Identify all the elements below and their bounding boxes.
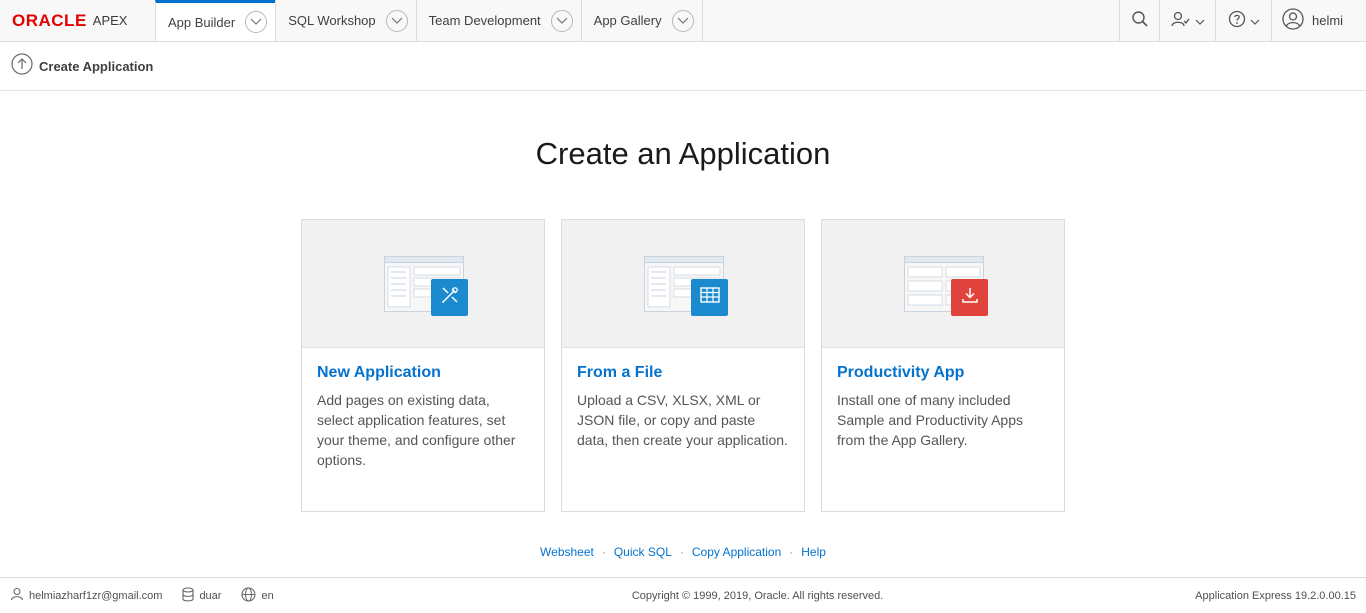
breadcrumb: Create Application: [0, 42, 1366, 91]
tab-team-development-label: Team Development: [428, 13, 541, 28]
globe-icon: [241, 586, 257, 605]
chevron-down-icon: [1250, 13, 1260, 28]
footer-workspace-name: duar: [199, 589, 222, 602]
version-text: Application Express 19.2.0.00.15: [1195, 589, 1356, 602]
oracle-apex-logo[interactable]: ORACLE APEX: [0, 0, 155, 41]
chevron-down-icon[interactable]: [385, 9, 408, 32]
card-badge: [951, 279, 988, 316]
breadcrumb-label: Create Application: [39, 58, 154, 74]
footer-language-code: en: [261, 589, 274, 602]
card-title[interactable]: Productivity App: [837, 364, 1049, 382]
page-title: Create an Application: [535, 136, 831, 171]
help-icon: [1228, 10, 1246, 31]
chevron-down-icon: [1195, 13, 1205, 28]
copy-application-link[interactable]: Copy Application: [692, 545, 781, 559]
card-description: Upload a CSV, XLSX, XML or JSON file, or…: [577, 392, 788, 448]
websheet-link[interactable]: Websheet: [540, 545, 594, 559]
search-button[interactable]: [1119, 0, 1159, 41]
user-name: helmi: [1312, 13, 1344, 28]
card-title[interactable]: From a File: [577, 364, 789, 382]
link-separator: ·: [789, 545, 794, 559]
footer-workspace: duar: [182, 586, 222, 605]
card-illustration: [302, 220, 544, 348]
card-badge: [431, 279, 468, 316]
card-badge: [691, 279, 728, 316]
help-link[interactable]: Help: [801, 545, 826, 559]
card-illustration: [822, 220, 1064, 348]
search-icon: [1131, 10, 1149, 31]
card-illustration: [562, 220, 804, 348]
card-from-a-file[interactable]: From a File Upload a CSV, XLSX, XML or J…: [561, 219, 805, 512]
link-separator: ·: [679, 545, 684, 559]
footer: helmiazharf1zr@gmail.com duar en Copyrig…: [0, 577, 1366, 613]
tools-icon: [440, 285, 460, 310]
administration-menu-button[interactable]: [1159, 0, 1215, 41]
tab-app-gallery[interactable]: App Gallery: [580, 0, 703, 41]
tab-app-builder-label: App Builder: [168, 14, 236, 30]
card-productivity-app[interactable]: Productivity App Install one of many inc…: [821, 219, 1065, 512]
footer-user: helmiazharf1zr@gmail.com: [10, 587, 162, 604]
logo-brand: ORACLE: [12, 10, 87, 30]
tab-sql-workshop-label: SQL Workshop: [288, 13, 376, 28]
card-title[interactable]: New Application: [317, 364, 529, 382]
card-new-application[interactable]: New Application Add pages on existing da…: [301, 219, 545, 512]
user-menu-button[interactable]: helmi: [1271, 0, 1366, 41]
database-icon: [182, 586, 194, 605]
additional-links: Websheet · Quick SQL · Copy Application …: [0, 545, 1366, 559]
card-description: Add pages on existing data, select appli…: [317, 392, 516, 468]
chevron-down-icon[interactable]: [550, 9, 573, 32]
up-arrow-icon[interactable]: [11, 52, 33, 80]
link-separator: ·: [601, 545, 606, 559]
table-icon: [699, 287, 720, 308]
help-menu-button[interactable]: [1215, 0, 1271, 41]
tab-sql-workshop[interactable]: SQL Workshop: [275, 0, 415, 41]
logo-product: APEX: [92, 13, 128, 28]
user-avatar-icon: [1282, 8, 1304, 33]
footer-email: helmiazharf1zr@gmail.com: [29, 589, 163, 602]
people-icon: [1170, 10, 1191, 31]
tab-app-gallery-label: App Gallery: [593, 13, 662, 28]
chevron-down-icon[interactable]: [671, 9, 694, 32]
tab-app-builder[interactable]: App Builder: [155, 0, 276, 41]
quick-sql-link[interactable]: Quick SQL: [614, 545, 672, 559]
top-navigation-bar: ORACLE APEX App Builder SQL Workshop Tea…: [0, 0, 1366, 42]
card-description: Install one of many included Sample and …: [837, 392, 1023, 448]
tab-team-development[interactable]: Team Development: [415, 0, 581, 41]
user-icon: [10, 587, 24, 604]
copyright-text: Copyright © 1999, 2019, Oracle. All righ…: [631, 589, 884, 602]
download-icon: [961, 286, 979, 309]
chevron-down-icon[interactable]: [245, 11, 268, 33]
footer-language[interactable]: en: [241, 586, 274, 605]
